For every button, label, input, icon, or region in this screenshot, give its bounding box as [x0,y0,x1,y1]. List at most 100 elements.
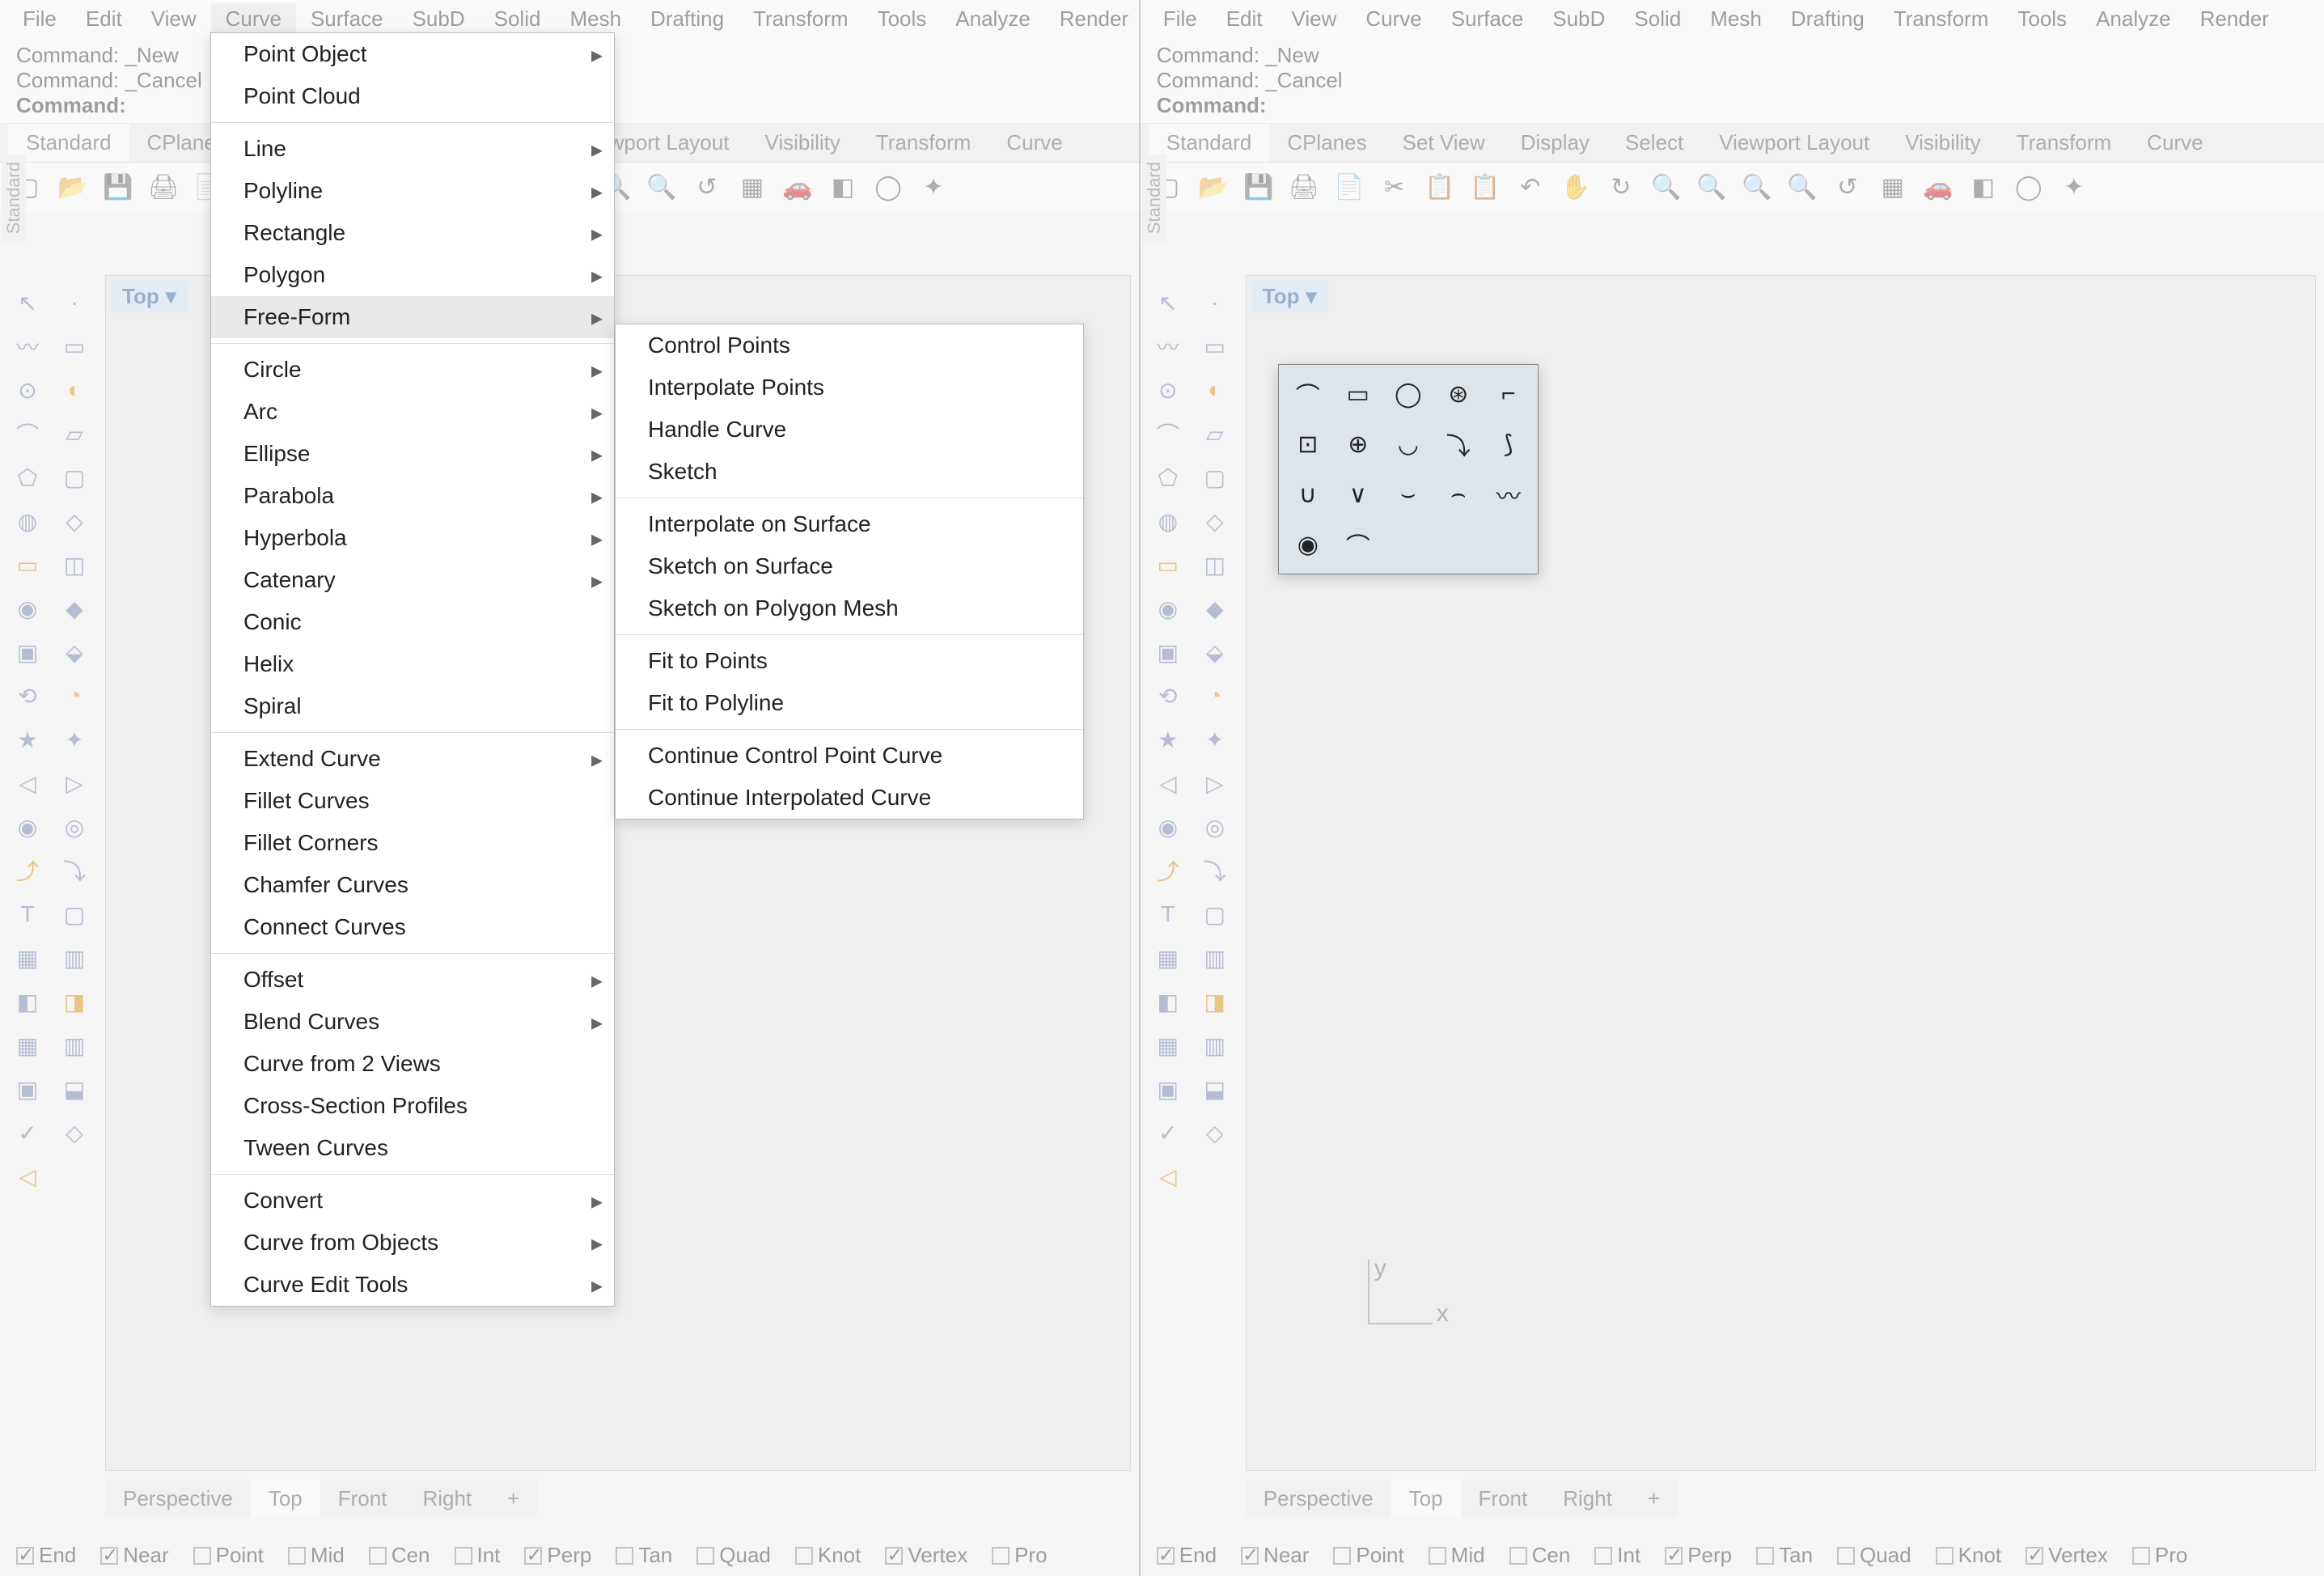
menuitem-convert[interactable]: Convert [211,1180,614,1222]
vtool-icon-15[interactable]: ◆ [55,589,94,628]
vtool-icon-24[interactable]: ◉ [8,807,47,846]
menu-tools[interactable]: Tools [2003,3,2081,35]
tab-set-view[interactable]: Set View [1385,124,1503,162]
vtool-icon-4[interactable]: ⊙ [1149,371,1187,409]
checkbox-icon[interactable] [795,1547,813,1565]
flyout-icon-13[interactable]: ⌢ [1437,473,1479,515]
vtool-icon-26[interactable]: ⤴ [8,851,47,890]
htool-icon-7[interactable]: 📋 [1466,167,1505,206]
vptab-perspective[interactable]: Perspective [1246,1480,1391,1518]
menuitem-point-object[interactable]: Point Object [211,33,614,75]
vtool-icon-18[interactable]: ⟲ [1149,676,1187,715]
vtool-icon-27[interactable]: ⤵ [1196,851,1234,890]
osnap-tan[interactable]: Tan [1756,1543,1813,1568]
menuitem-spiral[interactable]: Spiral [211,685,614,727]
htool-icon-2[interactable]: 💾 [1239,167,1278,206]
vtool-icon-19[interactable]: ◔ [55,676,94,715]
vtool-icon-17[interactable]: ⬙ [1196,633,1234,671]
checkbox-icon[interactable] [2132,1547,2150,1565]
osnap-int[interactable]: Int [455,1543,501,1568]
menu-edit[interactable]: Edit [1212,3,1277,35]
menuitem-hyperbola[interactable]: Hyperbola [211,517,614,559]
menuitem-continue-control-point-curve[interactable]: Continue Control Point Curve [616,735,1083,777]
flyout-icon-9[interactable]: ⟆ [1488,423,1530,465]
flyout-icon-0[interactable]: ⌒ [1287,373,1329,415]
menuitem-handle-curve[interactable]: Handle Curve [616,409,1083,451]
vtool-icon-6[interactable]: ⌒ [8,414,47,453]
htool-icon-10[interactable]: ↻ [1602,167,1640,206]
vtool-icon-0[interactable]: ↖ [1149,283,1187,322]
vtool-icon-23[interactable]: ▷ [55,764,94,803]
vtool-icon-39[interactable]: ◇ [55,1113,94,1152]
menu-file[interactable]: File [1149,3,1212,35]
vtool-icon-8[interactable]: ⬠ [8,458,47,497]
osnap-point[interactable]: Point [1333,1543,1403,1568]
osnap-perp[interactable]: Perp [1665,1543,1732,1568]
vtool-icon-8[interactable]: ⬠ [1149,458,1187,497]
vptab-perspective[interactable]: Perspective [105,1480,251,1518]
vtool-icon-28[interactable]: T [8,895,47,934]
htool-icon-19[interactable]: ◯ [869,167,908,206]
checkbox-icon[interactable] [1333,1547,1351,1565]
menuitem-circle[interactable]: Circle [211,349,614,391]
htool-icon-17[interactable]: 🚗 [778,167,817,206]
flyout-icon-15[interactable]: ◉ [1287,523,1329,566]
vtool-icon-34[interactable]: ▦ [8,1026,47,1065]
osnap-tan[interactable]: Tan [616,1543,672,1568]
menuitem-extend-curve[interactable]: Extend Curve [211,738,614,780]
vtool-icon-36[interactable]: ▣ [1149,1070,1187,1108]
checkbox-icon[interactable] [100,1547,118,1565]
checkbox-icon[interactable] [1594,1547,1612,1565]
vtool-icon-1[interactable]: · [55,283,94,322]
vtool-icon-40[interactable]: ◁ [8,1157,47,1196]
menuitem-catenary[interactable]: Catenary [211,559,614,601]
checkbox-icon[interactable] [1936,1547,1954,1565]
vtool-icon-30[interactable]: ▦ [8,938,47,977]
menu-solid[interactable]: Solid [1619,3,1695,35]
osnap-near[interactable]: Near [100,1543,168,1568]
menuitem-polyline[interactable]: Polyline [211,170,614,212]
viewport-label[interactable]: Top [1251,281,1328,312]
htool-icon-15[interactable]: ↺ [688,167,726,206]
osnap-knot[interactable]: Knot [1936,1543,2002,1568]
checkbox-icon[interactable] [1756,1547,1774,1565]
vtool-icon-20[interactable]: ★ [1149,720,1187,759]
osnap-vertex[interactable]: Vertex [2026,1543,2108,1568]
osnap-cen[interactable]: Cen [369,1543,430,1568]
vtool-icon-20[interactable]: ★ [8,720,47,759]
htool-icon-3[interactable]: 🖨 [144,167,183,206]
cmd-prompt[interactable]: Command: [1157,93,2308,118]
menuitem-sketch-on-surface[interactable]: Sketch on Surface [616,545,1083,587]
vtool-icon-10[interactable]: ◍ [8,502,47,540]
checkbox-icon[interactable] [288,1547,306,1565]
checkbox-icon[interactable] [992,1547,1010,1565]
menuitem-offset[interactable]: Offset [211,959,614,1001]
vtool-icon-40[interactable]: ◁ [1149,1157,1187,1196]
checkbox-icon[interactable] [16,1547,34,1565]
osnap-pro[interactable]: Pro [992,1543,1047,1568]
checkbox-icon[interactable] [1241,1547,1259,1565]
vtool-icon-29[interactable]: ▢ [1196,895,1234,934]
htool-icon-2[interactable]: 💾 [99,167,138,206]
htool-icon-18[interactable]: ◧ [823,167,862,206]
menuitem-fit-to-polyline[interactable]: Fit to Polyline [616,682,1083,724]
vtool-icon-25[interactable]: ◎ [55,807,94,846]
vptab-top[interactable]: Top [1391,1480,1461,1518]
vtool-icon-37[interactable]: ⬓ [1196,1070,1234,1108]
menuitem-line[interactable]: Line [211,128,614,170]
vtool-icon-33[interactable]: ◨ [55,982,94,1021]
htool-icon-14[interactable]: 🔍 [1783,167,1822,206]
checkbox-icon[interactable] [696,1547,714,1565]
osnap-mid[interactable]: Mid [1429,1543,1485,1568]
vtool-icon-18[interactable]: ⟲ [8,676,47,715]
vtool-icon-13[interactable]: ◫ [55,545,94,584]
htool-icon-19[interactable]: ◯ [2009,167,2048,206]
menuitem-sketch-on-polygon-mesh[interactable]: Sketch on Polygon Mesh [616,587,1083,629]
osnap-quad[interactable]: Quad [1837,1543,1911,1568]
vptab-right[interactable]: Right [1545,1480,1630,1518]
menuitem-blend-curves[interactable]: Blend Curves [211,1001,614,1043]
menuitem-interpolate-on-surface[interactable]: Interpolate on Surface [616,503,1083,545]
tab-select[interactable]: Select [1607,124,1701,162]
flyout-icon-7[interactable]: ◡ [1387,423,1429,465]
vtool-icon-32[interactable]: ◧ [8,982,47,1021]
